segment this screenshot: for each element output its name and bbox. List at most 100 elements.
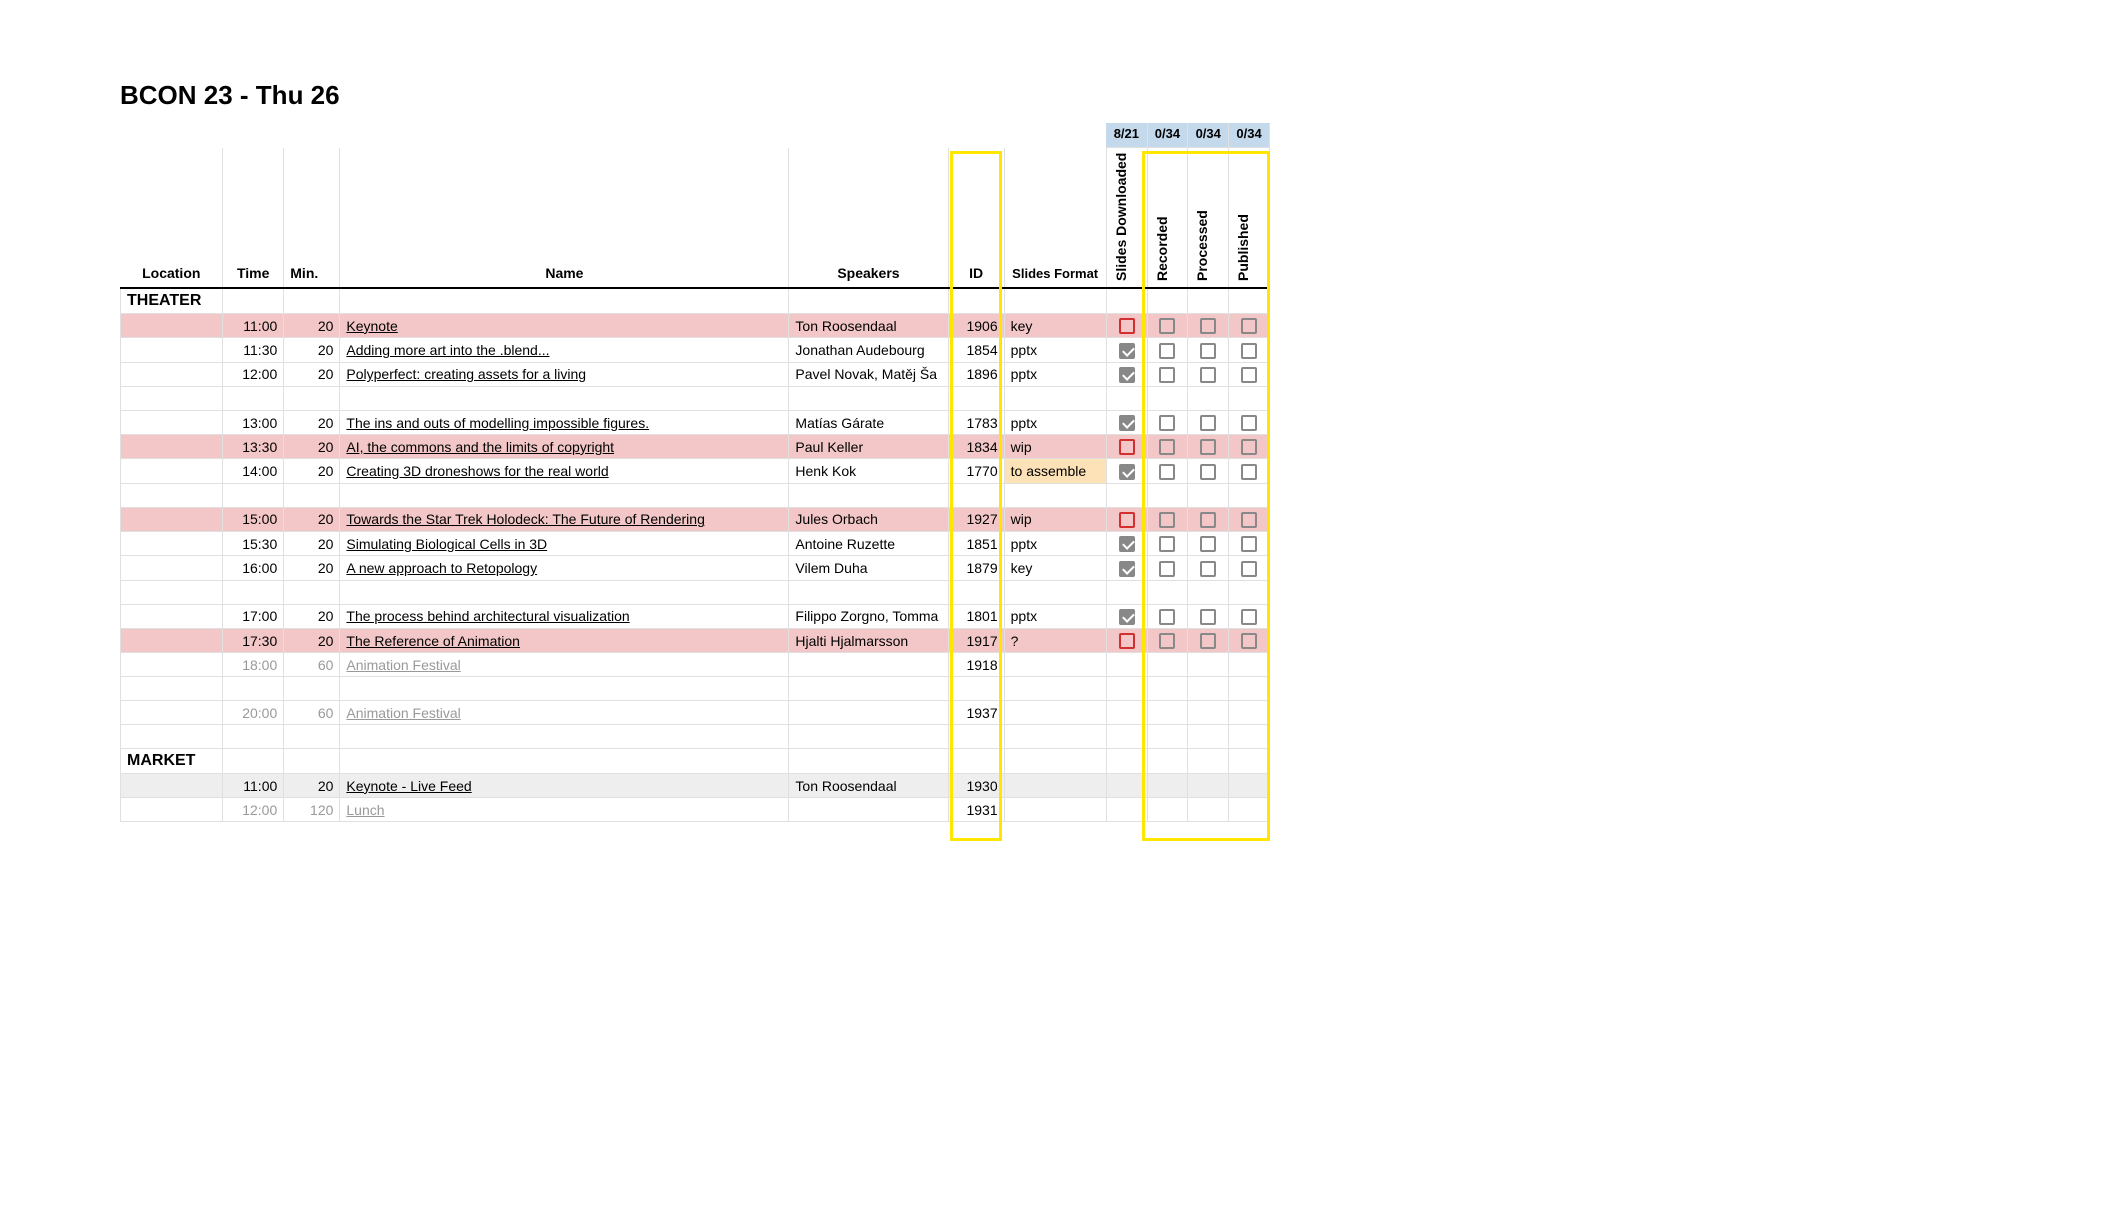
cell-speakers: Jonathan Audebourg — [789, 338, 948, 362]
cell-speakers: Paul Keller — [789, 435, 948, 459]
cell-processed — [1188, 338, 1229, 362]
talk-name-link[interactable]: Polyperfect: creating assets for a livin… — [346, 366, 586, 382]
checkbox[interactable] — [1119, 512, 1135, 528]
cell-published — [1229, 532, 1270, 556]
cell-format: key — [1004, 314, 1106, 338]
cell-id: 1854 — [948, 338, 1004, 362]
checkbox[interactable] — [1159, 439, 1175, 455]
checkbox[interactable] — [1159, 318, 1175, 334]
cell-min: 20 — [284, 556, 340, 580]
talk-name-link[interactable]: The Reference of Animation — [346, 633, 520, 649]
checkbox[interactable] — [1200, 561, 1216, 577]
cell-slides — [1106, 410, 1147, 434]
table-row: 12:0020Polyperfect: creating assets for … — [121, 362, 1270, 386]
talk-name-link[interactable]: The process behind architectural visuali… — [346, 608, 629, 624]
cell-speakers — [789, 798, 948, 822]
talk-name-link[interactable]: Keynote - Live Feed — [346, 778, 471, 794]
checkbox[interactable] — [1241, 367, 1257, 383]
cell-id: 1879 — [948, 556, 1004, 580]
checkbox[interactable] — [1119, 609, 1135, 625]
cell-id: 1834 — [948, 435, 1004, 459]
cell-recorded — [1147, 435, 1188, 459]
checkbox[interactable] — [1119, 439, 1135, 455]
checkbox[interactable] — [1200, 439, 1216, 455]
table-row: 17:3020The Reference of AnimationHjalti … — [121, 628, 1270, 652]
hdr-processed: Processed — [1194, 151, 1210, 281]
checkbox[interactable] — [1159, 561, 1175, 577]
cell-format: ? — [1004, 628, 1106, 652]
table-row: 11:3020Adding more art into the .blend..… — [121, 338, 1270, 362]
cell-processed — [1188, 314, 1229, 338]
cell-slides — [1106, 532, 1147, 556]
checkbox[interactable] — [1119, 633, 1135, 649]
checkbox[interactable] — [1119, 318, 1135, 334]
checkbox[interactable] — [1241, 343, 1257, 359]
checkbox[interactable] — [1119, 367, 1135, 383]
talk-name-link[interactable]: AI, the commons and the limits of copyri… — [346, 439, 614, 455]
cell-speakers: Ton Roosendaal — [789, 314, 948, 338]
cell-format: pptx — [1004, 532, 1106, 556]
cell-time: 15:30 — [223, 532, 284, 556]
talk-name-link[interactable]: Towards the Star Trek Holodeck: The Futu… — [346, 511, 704, 527]
checkbox[interactable] — [1119, 415, 1135, 431]
checkbox[interactable] — [1119, 343, 1135, 359]
cell-slides — [1106, 507, 1147, 531]
checkbox[interactable] — [1159, 536, 1175, 552]
checkbox[interactable] — [1241, 464, 1257, 480]
checkbox[interactable] — [1241, 609, 1257, 625]
checkbox[interactable] — [1200, 464, 1216, 480]
checkbox[interactable] — [1200, 415, 1216, 431]
cell-min: 20 — [284, 604, 340, 628]
checkbox[interactable] — [1159, 464, 1175, 480]
checkbox[interactable] — [1241, 633, 1257, 649]
cell-slides — [1106, 628, 1147, 652]
checkbox[interactable] — [1241, 439, 1257, 455]
checkbox[interactable] — [1241, 415, 1257, 431]
checkbox[interactable] — [1200, 367, 1216, 383]
cell-min: 60 — [284, 701, 340, 725]
checkbox[interactable] — [1159, 609, 1175, 625]
cell-time: 11:30 — [223, 338, 284, 362]
checkbox[interactable] — [1200, 633, 1216, 649]
cell-time: 11:00 — [223, 774, 284, 798]
checkbox[interactable] — [1159, 367, 1175, 383]
cell-format: pptx — [1004, 604, 1106, 628]
checkbox[interactable] — [1200, 609, 1216, 625]
checkbox[interactable] — [1159, 512, 1175, 528]
talk-name-link[interactable]: The ins and outs of modelling impossible… — [346, 415, 649, 431]
talk-name-link[interactable]: Keynote — [346, 318, 397, 334]
cell-format — [1004, 798, 1106, 822]
checkbox[interactable] — [1159, 633, 1175, 649]
cell-slides — [1106, 701, 1147, 725]
cell-speakers: Antoine Ruzette — [789, 532, 948, 556]
checkbox[interactable] — [1200, 536, 1216, 552]
talk-name-link[interactable]: Lunch — [346, 802, 384, 818]
talk-name-link[interactable]: Adding more art into the .blend... — [346, 342, 549, 358]
talk-name-link[interactable]: A new approach to Retopology — [346, 560, 537, 576]
cell-speakers: Henk Kok — [789, 459, 948, 483]
cell-recorded — [1147, 338, 1188, 362]
talk-name-link[interactable]: Animation Festival — [346, 657, 460, 673]
cell-time: 18:00 — [223, 653, 284, 677]
talk-name-link[interactable]: Simulating Biological Cells in 3D — [346, 536, 547, 552]
checkbox[interactable] — [1159, 343, 1175, 359]
cell-recorded — [1147, 556, 1188, 580]
cell-min: 120 — [284, 798, 340, 822]
checkbox[interactable] — [1119, 464, 1135, 480]
checkbox[interactable] — [1200, 512, 1216, 528]
checkbox[interactable] — [1200, 343, 1216, 359]
talk-name-link[interactable]: Creating 3D droneshows for the real worl… — [346, 463, 608, 479]
cell-processed — [1188, 604, 1229, 628]
checkbox[interactable] — [1119, 536, 1135, 552]
checkbox[interactable] — [1241, 561, 1257, 577]
cell-recorded — [1147, 653, 1188, 677]
checkbox[interactable] — [1241, 512, 1257, 528]
cell-recorded — [1147, 774, 1188, 798]
cell-speakers: Matías Gárate — [789, 410, 948, 434]
checkbox[interactable] — [1241, 318, 1257, 334]
checkbox[interactable] — [1200, 318, 1216, 334]
checkbox[interactable] — [1159, 415, 1175, 431]
talk-name-link[interactable]: Animation Festival — [346, 705, 460, 721]
checkbox[interactable] — [1241, 536, 1257, 552]
checkbox[interactable] — [1119, 561, 1135, 577]
